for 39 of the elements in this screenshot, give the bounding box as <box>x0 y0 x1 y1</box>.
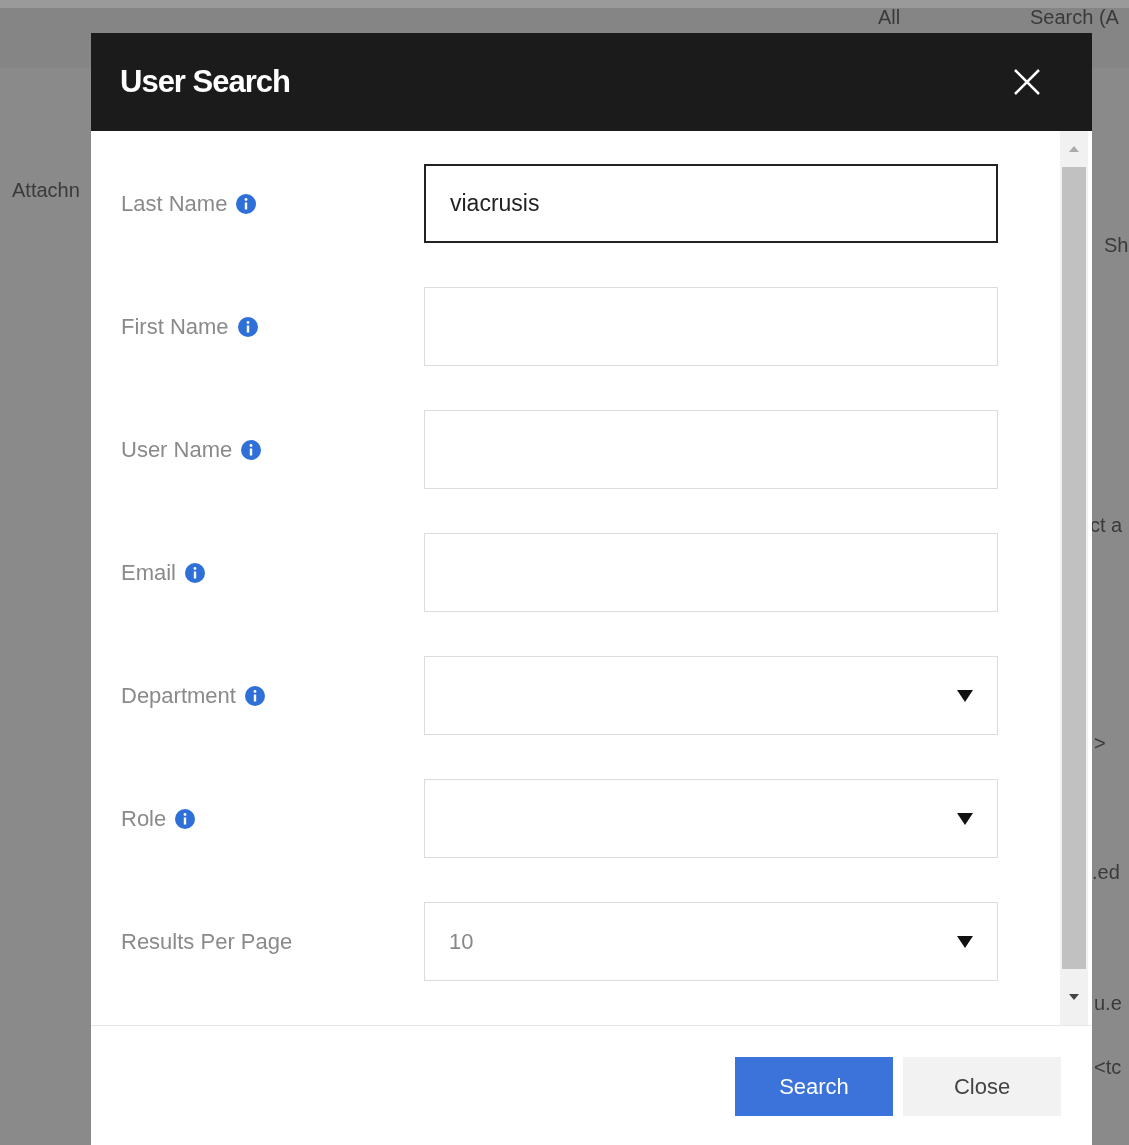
dropdown-field[interactable] <box>424 779 998 858</box>
info-icon[interactable] <box>236 315 259 338</box>
caret-icon <box>957 689 973 702</box>
info-icon[interactable] <box>240 438 263 461</box>
background-text: > <box>1094 731 1106 756</box>
text-field[interactable] <box>424 287 998 366</box>
close-icon[interactable] <box>1012 67 1042 97</box>
background-text: .ed <box>1092 860 1120 885</box>
search-button[interactable]: Search <box>735 1057 893 1116</box>
caret-icon <box>957 935 973 948</box>
text-field[interactable]: viacrusis <box>424 164 998 243</box>
dialog-title: User Search <box>120 62 290 101</box>
info-icon[interactable] <box>235 192 258 215</box>
dropdown-field[interactable] <box>424 656 998 735</box>
close-button[interactable]: Close <box>903 1057 1061 1116</box>
background-text: Attachn <box>12 178 80 203</box>
dropdown-value: 10 <box>449 928 474 956</box>
info-icon[interactable] <box>184 561 206 584</box>
text-field[interactable] <box>424 533 998 612</box>
dropdown-field[interactable]: 10 <box>424 902 998 981</box>
caret-icon <box>957 812 973 825</box>
field-label: Role <box>121 805 167 833</box>
info-icon[interactable] <box>174 807 197 830</box>
field-label: User Name <box>121 436 233 464</box>
background-text: Sh <box>1104 233 1129 258</box>
background-text: u.e <box>1094 991 1122 1016</box>
scroll-down-icon[interactable] <box>1069 994 1079 1000</box>
background-text: All <box>878 5 901 30</box>
field-label: Results Per Page <box>121 928 293 956</box>
scrollbar-thumb[interactable] <box>1062 167 1086 969</box>
field-label: Department <box>121 682 236 710</box>
field-label: Last Name <box>121 190 228 218</box>
field-label: First Name <box>121 313 229 341</box>
text-field[interactable] <box>424 410 998 489</box>
scrollbar[interactable] <box>1060 131 1088 1025</box>
info-icon[interactable] <box>243 684 266 707</box>
background-text: <tc <box>1094 1055 1122 1080</box>
field-label: Email <box>121 559 176 587</box>
background-text: Search (A <box>1030 5 1119 30</box>
